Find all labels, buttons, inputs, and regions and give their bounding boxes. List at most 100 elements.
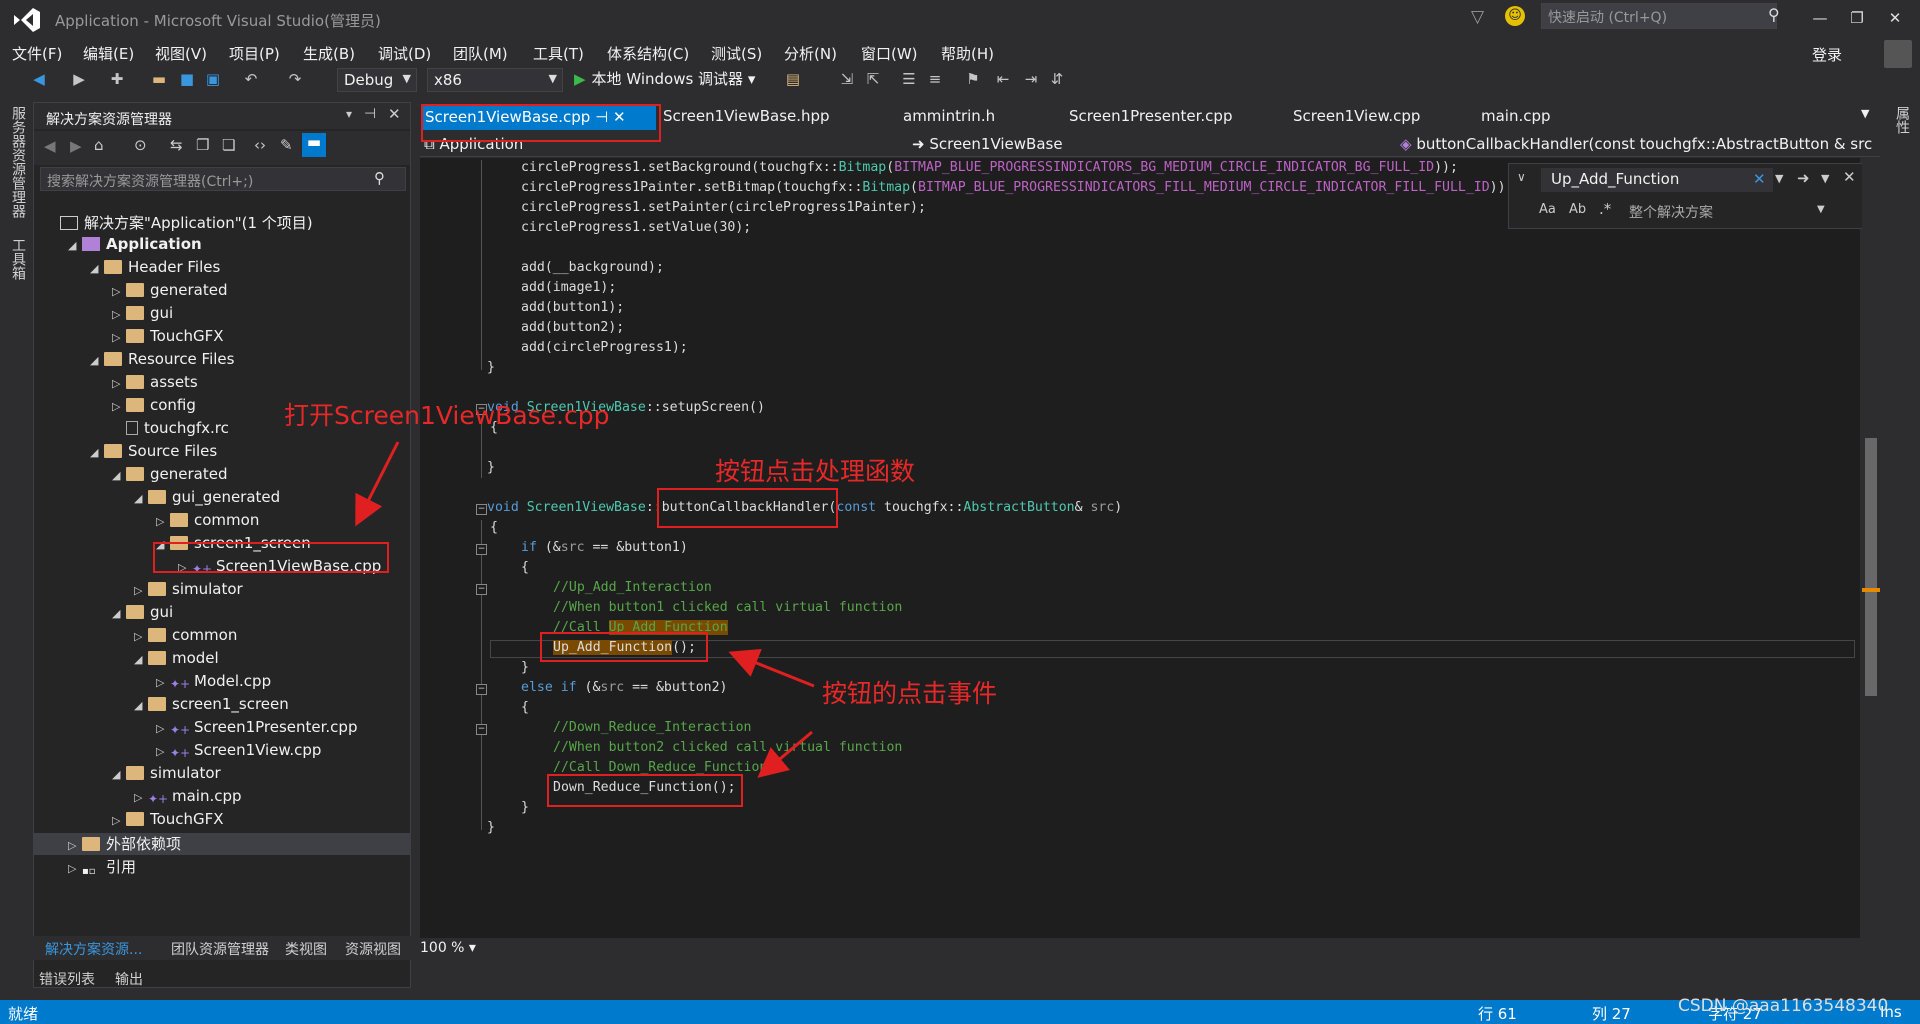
expand-toggle-icon[interactable]: ▷ (112, 377, 126, 390)
back-icon[interactable]: ◀ (44, 137, 56, 155)
comment-icon[interactable]: ≡ (924, 70, 946, 90)
zoom-select[interactable]: 100 % ▾ (420, 940, 476, 956)
match-case-icon[interactable]: Aa (1539, 202, 1556, 217)
tab-screen1presenter-cpp[interactable]: Screen1Presenter.cpp (1069, 107, 1232, 125)
tree-item[interactable]: ◢ gui (112, 603, 173, 625)
tab-class-view[interactable]: 类视图 (285, 939, 327, 959)
tab-ammintrin-h[interactable]: ammintrin.h (903, 107, 995, 125)
clear-search-icon[interactable]: ✕ (1753, 170, 1766, 188)
expand-toggle-icon[interactable]: ◢ (90, 354, 104, 367)
expand-toggle-icon[interactable]: ▷ (156, 722, 170, 735)
tree-item[interactable]: ▷ 外部依赖项 (34, 833, 410, 855)
regex-icon[interactable]: .* (1599, 200, 1611, 218)
expand-toggle-icon[interactable]: ▷ (156, 515, 170, 528)
scope-dropdown-icon[interactable]: ▼ (1817, 204, 1825, 215)
notification-filter-icon[interactable]: ▽ (1471, 7, 1484, 27)
tree-item[interactable]: ▷ generated (112, 281, 227, 303)
forward-icon[interactable]: ▶ (68, 70, 90, 90)
bookmark-icon[interactable]: ⚑ (962, 70, 984, 90)
tree-item[interactable]: ▷ TouchGFX (112, 810, 224, 832)
expand-toggle-icon[interactable]: ◢ (112, 607, 126, 620)
user-avatar-icon[interactable] (1884, 40, 1912, 68)
menu-window[interactable]: 窗口(W) (861, 43, 918, 64)
fold-toggle-icon[interactable]: − (476, 724, 487, 735)
pin-icon[interactable]: ⊣ (364, 106, 376, 122)
expand-toggle-icon[interactable]: ◢ (112, 768, 126, 781)
save-all-icon[interactable]: ▣ (202, 70, 224, 90)
menu-team[interactable]: 团队(M) (453, 43, 508, 64)
tab-screen1view-cpp[interactable]: Screen1View.cpp (1293, 107, 1420, 125)
search-history-icon[interactable]: ▼ (1775, 172, 1783, 185)
step-icon[interactable]: ⇲ (836, 70, 858, 90)
tab-team-explorer[interactable]: 团队资源管理器 (171, 939, 269, 959)
tree-item[interactable]: ▷ ✦+ main.cpp (134, 787, 242, 809)
tab-output[interactable]: 输出 (115, 969, 143, 989)
home-icon[interactable]: ⌂ (94, 136, 104, 154)
expand-toggle-icon[interactable]: ◢ (90, 262, 104, 275)
find-input[interactable]: Up_Add_Function (1541, 168, 1773, 192)
horizontal-scrollbar[interactable] (500, 940, 1850, 958)
tree-item[interactable]: ▷ TouchGFX (112, 327, 224, 349)
platform-select[interactable]: x86 ▼ (427, 68, 563, 92)
tree-item[interactable]: 解决方案"Application"(1 个项目) (46, 212, 313, 234)
collapse-all-icon[interactable]: ❐ (196, 136, 209, 154)
expand-toggle-icon[interactable]: ▷ (156, 745, 170, 758)
expand-toggle-icon[interactable]: ◢ (68, 239, 82, 252)
tree-item[interactable]: ▷ assets (112, 373, 198, 395)
whole-word-icon[interactable]: Ab (1569, 202, 1586, 217)
pending-changes-icon[interactable]: ⊙ (134, 136, 147, 154)
tree-item[interactable]: ▷ ✦+ Screen1View.cpp (156, 741, 321, 763)
solution-search-input[interactable]: 搜索解决方案资源管理器(Ctrl+;) (40, 167, 406, 191)
expand-toggle-icon[interactable]: ▷ (112, 814, 126, 827)
tree-item[interactable]: ▷ simulator (134, 580, 243, 602)
menu-edit[interactable]: 编辑(E) (83, 43, 134, 64)
class-dropdown[interactable]: ➜ Screen1ViewBase (912, 135, 1063, 153)
fold-toggle-icon[interactable]: − (476, 584, 487, 595)
next-bookmark-icon[interactable]: ⇥ (1020, 70, 1042, 90)
tab-solution-explorer[interactable]: 解决方案资源... (45, 939, 142, 959)
tree-item[interactable]: ◢ Application (68, 235, 202, 257)
menu-analyze[interactable]: 分析(N) (784, 43, 837, 64)
expand-toggle-icon[interactable]: ▷ (112, 331, 126, 344)
tree-item[interactable]: ◢ model (134, 649, 219, 671)
menu-debug[interactable]: 调试(D) (378, 43, 431, 64)
menu-view[interactable]: 视图(V) (155, 43, 207, 64)
back-icon[interactable]: ◀ (28, 70, 50, 90)
tree-item[interactable]: ◢ generated (112, 465, 227, 487)
expand-toggle-icon[interactable]: ◢ (90, 446, 104, 459)
menu-project[interactable]: 项目(P) (229, 43, 280, 64)
tab-main-cpp[interactable]: main.cpp (1481, 107, 1551, 125)
open-file-icon[interactable]: ▬ (148, 70, 170, 90)
menu-architecture[interactable]: 体系结构(C) (607, 43, 689, 64)
redo-icon[interactable]: ↷ (284, 70, 306, 90)
tab-resource-view[interactable]: 资源视图 (345, 939, 401, 959)
tree-item[interactable]: ▷ ▪▫ 引用 (68, 856, 136, 878)
tree-item[interactable]: touchgfx.rc (112, 419, 229, 441)
sync-icon[interactable]: ⇆ (170, 136, 183, 154)
tree-item[interactable]: ▷ ✦+ Screen1Presenter.cpp (156, 718, 357, 740)
indent-icon[interactable]: ☰ (898, 70, 920, 90)
tree-item[interactable]: ▷ common (134, 626, 237, 648)
tab-error-list[interactable]: 错误列表 (39, 969, 95, 989)
member-dropdown[interactable]: ◈ buttonCallbackHandler(const touchgfx::… (1400, 135, 1872, 153)
tree-item[interactable]: ◢ screen1_screen (134, 695, 289, 717)
expand-toggle-icon[interactable]: ▷ (134, 630, 148, 643)
menu-tools[interactable]: 工具(T) (533, 43, 584, 64)
expand-toggle-icon[interactable]: ▷ (68, 862, 82, 875)
fold-toggle-icon[interactable]: − (476, 684, 487, 695)
feedback-smiley-icon[interactable]: ☺ (1505, 6, 1525, 26)
expand-toggle-icon[interactable]: ▷ (68, 839, 82, 852)
expand-toggle-icon[interactable]: ◢ (134, 492, 148, 505)
expand-toggle-icon[interactable]: ▷ (112, 400, 126, 413)
expand-toggle-icon[interactable]: ▷ (156, 676, 170, 689)
tree-item[interactable]: ▷ common (156, 511, 259, 533)
tree-item[interactable]: ▷ gui (112, 304, 173, 326)
tab-screen1viewbase-hpp[interactable]: Screen1ViewBase.hpp (663, 107, 830, 125)
view-code-icon[interactable]: ‹› (254, 136, 266, 154)
solution-config-icon[interactable]: ▤ (782, 70, 804, 90)
expand-toggle-icon[interactable]: ◢ (134, 653, 148, 666)
server-explorer-tab[interactable]: 服务器资源管理器 (8, 106, 28, 218)
find-options-icon[interactable]: ▼ (1821, 172, 1829, 185)
minimize-button[interactable]: — (1805, 5, 1835, 31)
tree-item[interactable]: ◢ simulator (112, 764, 221, 786)
